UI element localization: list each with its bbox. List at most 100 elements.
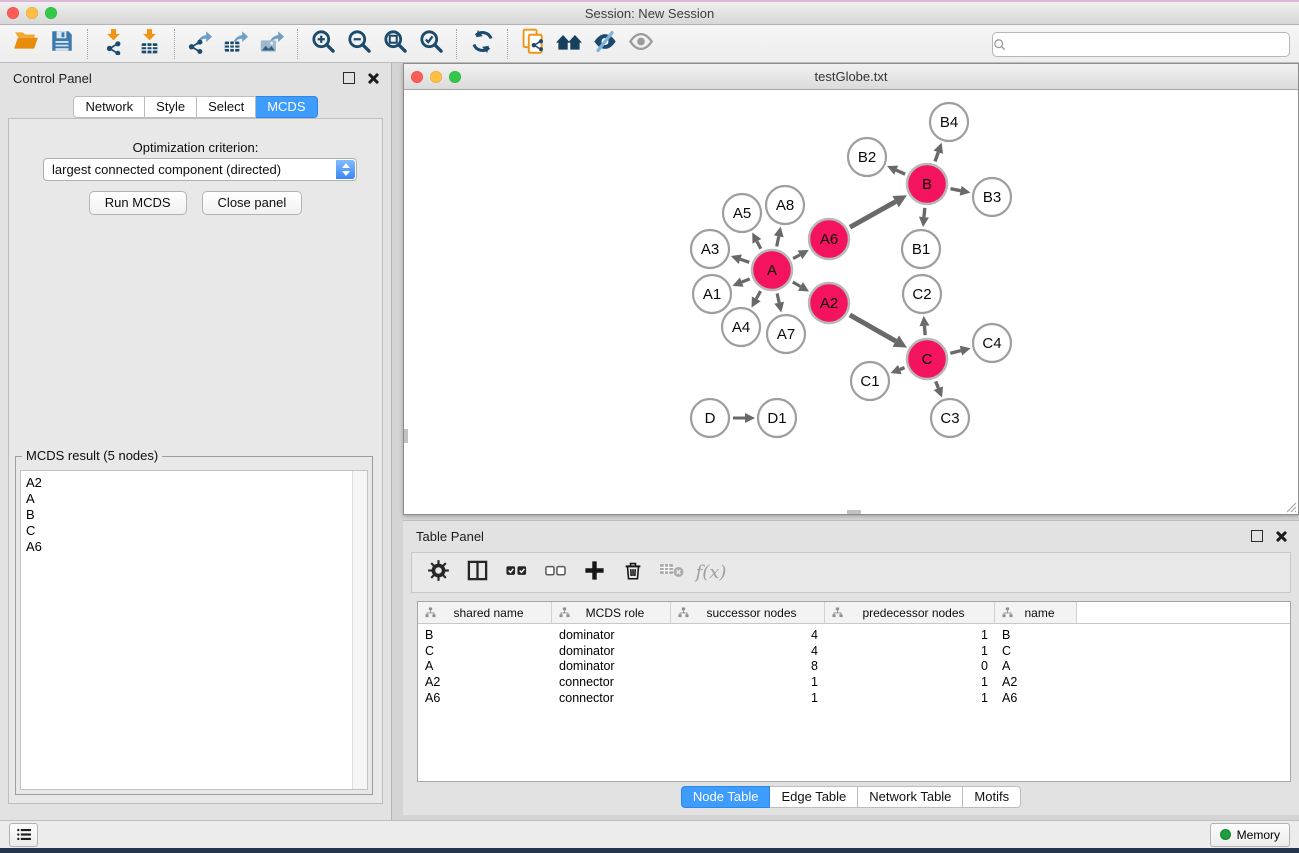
graph-node-B4[interactable]: B4: [930, 103, 968, 141]
mcds-result-item[interactable]: A2: [26, 475, 352, 491]
graph-node-A3[interactable]: A3: [691, 230, 729, 268]
search-input[interactable]: [1007, 37, 1289, 53]
table-row-B[interactable]: Bdominator41B: [418, 627, 1290, 643]
table-row-C[interactable]: Cdominator41C: [418, 643, 1290, 659]
graph-node-C3[interactable]: C3: [931, 399, 969, 437]
refresh-layout-button[interactable]: [464, 28, 500, 60]
graph-node-A4[interactable]: A4: [722, 308, 760, 346]
float-table-panel-icon[interactable]: [1251, 530, 1263, 542]
tab-edge-table[interactable]: Edge Table: [770, 786, 858, 808]
edge-A-A6[interactable]: [793, 255, 800, 259]
close-table-panel-icon[interactable]: [1275, 531, 1286, 542]
export-image-button[interactable]: [254, 28, 290, 60]
run-mcds-button[interactable]: Run MCDS: [89, 191, 187, 215]
zoom-in-button[interactable]: [305, 28, 341, 60]
home-button[interactable]: [551, 28, 587, 60]
table-row-A6[interactable]: A6connector11A6: [418, 690, 1290, 706]
graph-node-A2[interactable]: A2: [809, 283, 849, 323]
graph-node-C4[interactable]: C4: [973, 324, 1011, 362]
select-all-button[interactable]: [504, 561, 528, 585]
graph-node-B2[interactable]: B2: [848, 138, 886, 176]
tab-style[interactable]: Style: [145, 96, 197, 118]
edge-A2-C[interactable]: [850, 315, 896, 341]
graph-node-C[interactable]: C: [907, 339, 947, 379]
edge-A-A4[interactable]: [756, 291, 760, 299]
import-table-button[interactable]: [131, 28, 167, 60]
deselect-all-button[interactable]: [543, 561, 567, 585]
zoom-selected-button[interactable]: [413, 28, 449, 60]
export-network-button[interactable]: [182, 28, 218, 60]
edge-A6-B[interactable]: [850, 202, 896, 228]
mcds-list-scrollbar[interactable]: [352, 471, 367, 789]
edge-B-B3[interactable]: [951, 189, 961, 191]
edge-B-B4[interactable]: [935, 152, 938, 161]
task-history-button[interactable]: [9, 823, 38, 847]
tab-select[interactable]: Select: [197, 96, 256, 118]
graph-node-D1[interactable]: D1: [758, 399, 796, 437]
search-box[interactable]: [992, 32, 1290, 57]
tab-network[interactable]: Network: [73, 96, 145, 118]
edge-C-C4[interactable]: [950, 351, 961, 354]
table-row-A2[interactable]: A2connector11A2: [418, 674, 1290, 690]
zoom-traffic-light[interactable]: [45, 7, 57, 19]
edge-C-C3[interactable]: [936, 381, 939, 388]
import-network-button[interactable]: [95, 28, 131, 60]
close-traffic-light[interactable]: [7, 7, 19, 19]
tab-network-table[interactable]: Network Table: [858, 786, 963, 808]
edge-A-A7[interactable]: [777, 293, 779, 302]
mcds-result-item[interactable]: B: [26, 507, 352, 523]
edge-A-A2[interactable]: [793, 282, 801, 286]
graph-node-C1[interactable]: C1: [851, 362, 889, 400]
delete-column-button[interactable]: [621, 561, 645, 585]
save-session-button[interactable]: [44, 28, 80, 60]
column-header-predecessor-nodes[interactable]: predecessor nodes: [825, 602, 995, 623]
settings-gear-button[interactable]: [426, 561, 450, 585]
edge-C-C2[interactable]: [924, 326, 925, 335]
mcds-result-item[interactable]: A: [26, 491, 352, 507]
tab-mcds[interactable]: MCDS: [256, 96, 317, 118]
tab-motifs[interactable]: Motifs: [963, 786, 1021, 808]
clone-network-button[interactable]: [515, 28, 551, 60]
node-table[interactable]: shared nameMCDS rolesuccessor nodesprede…: [417, 601, 1291, 782]
graph-node-A6[interactable]: A6: [809, 219, 849, 259]
graph-node-B1[interactable]: B1: [902, 230, 940, 268]
graph-node-A5[interactable]: A5: [723, 194, 761, 232]
open-session-button[interactable]: [8, 28, 44, 60]
close-panel-icon[interactable]: [367, 73, 378, 84]
float-panel-icon[interactable]: [343, 72, 355, 84]
graph-node-A[interactable]: A: [752, 250, 792, 290]
column-header-name[interactable]: name: [995, 602, 1077, 623]
edge-A-A8[interactable]: [777, 236, 779, 246]
tab-node-table[interactable]: Node Table: [681, 786, 771, 808]
graph-node-A7[interactable]: A7: [767, 315, 805, 353]
column-header-successor-nodes[interactable]: successor nodes: [671, 602, 825, 623]
graph-node-B3[interactable]: B3: [973, 178, 1011, 216]
hide-selected-button[interactable]: [587, 28, 623, 60]
memory-button[interactable]: Memory: [1210, 823, 1290, 847]
graph-node-A8[interactable]: A8: [766, 186, 804, 224]
mcds-result-list[interactable]: A2ABCA6: [20, 470, 368, 790]
zoom-out-button[interactable]: [341, 28, 377, 60]
column-header-shared-name[interactable]: shared name: [418, 602, 552, 623]
edge-C-C1[interactable]: [900, 368, 905, 370]
graph-node-D[interactable]: D: [691, 399, 729, 437]
edge-B-B1[interactable]: [924, 208, 925, 217]
edge-A-A1[interactable]: [742, 279, 750, 282]
graph-node-A1[interactable]: A1: [693, 275, 731, 313]
mcds-result-item[interactable]: A6: [26, 539, 352, 555]
graph-node-B[interactable]: B: [907, 164, 947, 204]
edge-B-B2[interactable]: [896, 170, 905, 174]
table-row-A[interactable]: Adominator80A: [418, 659, 1290, 675]
split-columns-button[interactable]: [465, 561, 489, 585]
minimize-traffic-light[interactable]: [26, 7, 38, 19]
close-panel-button[interactable]: Close panel: [202, 191, 303, 215]
edge-A-A5[interactable]: [757, 241, 761, 248]
edge-A-A3[interactable]: [740, 259, 749, 262]
mcds-result-item[interactable]: C: [26, 523, 352, 539]
zoom-fit-button[interactable]: [377, 28, 413, 60]
column-header-MCDS-role[interactable]: MCDS role: [552, 602, 671, 623]
resize-grip-icon[interactable]: [1284, 500, 1297, 513]
graph-node-C2[interactable]: C2: [903, 275, 941, 313]
add-column-button[interactable]: [582, 561, 606, 585]
network-canvas[interactable]: B4 B2 B B3 A5A8A6 A3 B1 A A1 C2 A2 A4A7 C C4 C1 C3 D D1: [404, 90, 1298, 514]
